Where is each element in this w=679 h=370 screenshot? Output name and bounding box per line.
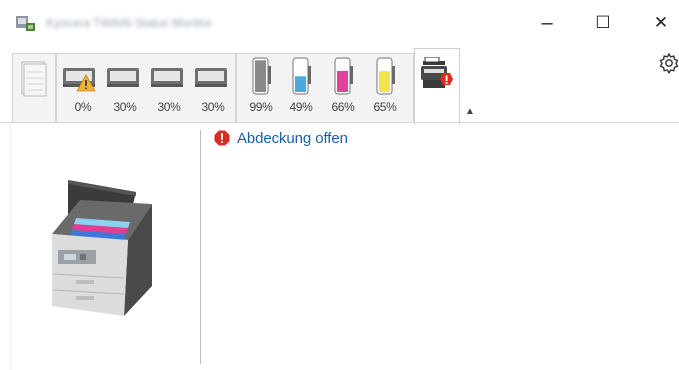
maximize-button[interactable]: ☐ xyxy=(582,8,624,38)
toner-yellow[interactable] xyxy=(374,56,396,96)
close-button[interactable]: ✕ xyxy=(640,8,679,38)
tray-1-level: 0% xyxy=(74,100,92,114)
collapse-toolbar-button[interactable]: ▲ xyxy=(460,104,480,120)
tray-2[interactable] xyxy=(106,60,140,94)
window-title: Kyocera TWAIN Status Monitor xyxy=(46,16,213,30)
paper-tray-icon xyxy=(150,68,184,98)
paper-tray-icon xyxy=(106,68,140,98)
tab-device-status[interactable] xyxy=(414,48,460,125)
warning-icon xyxy=(76,74,96,97)
printer-error-icon xyxy=(421,56,453,96)
tray-3-level: 30% xyxy=(157,100,181,114)
tray-3[interactable] xyxy=(150,60,184,94)
toolbar-separator xyxy=(0,122,679,123)
paper-stack-icon xyxy=(19,60,49,105)
pane-divider[interactable] xyxy=(200,130,201,364)
tray-4[interactable] xyxy=(194,60,228,94)
toner-magenta-level: 66% xyxy=(331,100,355,114)
paper-group[interactable] xyxy=(12,53,56,123)
status-message-row: Abdeckung offen xyxy=(214,128,348,148)
gear-icon xyxy=(658,52,679,78)
tray-1[interactable] xyxy=(62,60,96,94)
toner-magenta[interactable] xyxy=(332,56,354,96)
title-bar: Kyocera TWAIN Status Monitor – ☐ ✕ xyxy=(0,0,679,44)
printer-app-icon xyxy=(14,14,36,32)
toner-cartridge-icon xyxy=(374,57,396,100)
toner-black[interactable] xyxy=(250,56,272,96)
settings-button[interactable] xyxy=(658,52,679,75)
tray-4-level: 30% xyxy=(201,100,225,114)
toner-cartridge-icon xyxy=(250,57,272,100)
toner-cyan[interactable] xyxy=(290,56,312,96)
toner-cyan-level: 49% xyxy=(289,100,313,114)
toner-cartridge-icon xyxy=(332,57,354,100)
toner-cartridge-icon xyxy=(290,57,312,100)
tray-2-level: 30% xyxy=(113,100,137,114)
toner-yellow-level: 65% xyxy=(373,100,397,114)
printer-cover-open-illustration xyxy=(44,174,156,320)
paper-tray-icon xyxy=(194,68,228,98)
error-icon xyxy=(214,130,230,146)
minimize-button[interactable]: – xyxy=(526,8,568,38)
toner-black-level: 99% xyxy=(249,100,273,114)
status-message[interactable]: Abdeckung offen xyxy=(237,130,348,147)
pane-edge xyxy=(10,124,11,370)
